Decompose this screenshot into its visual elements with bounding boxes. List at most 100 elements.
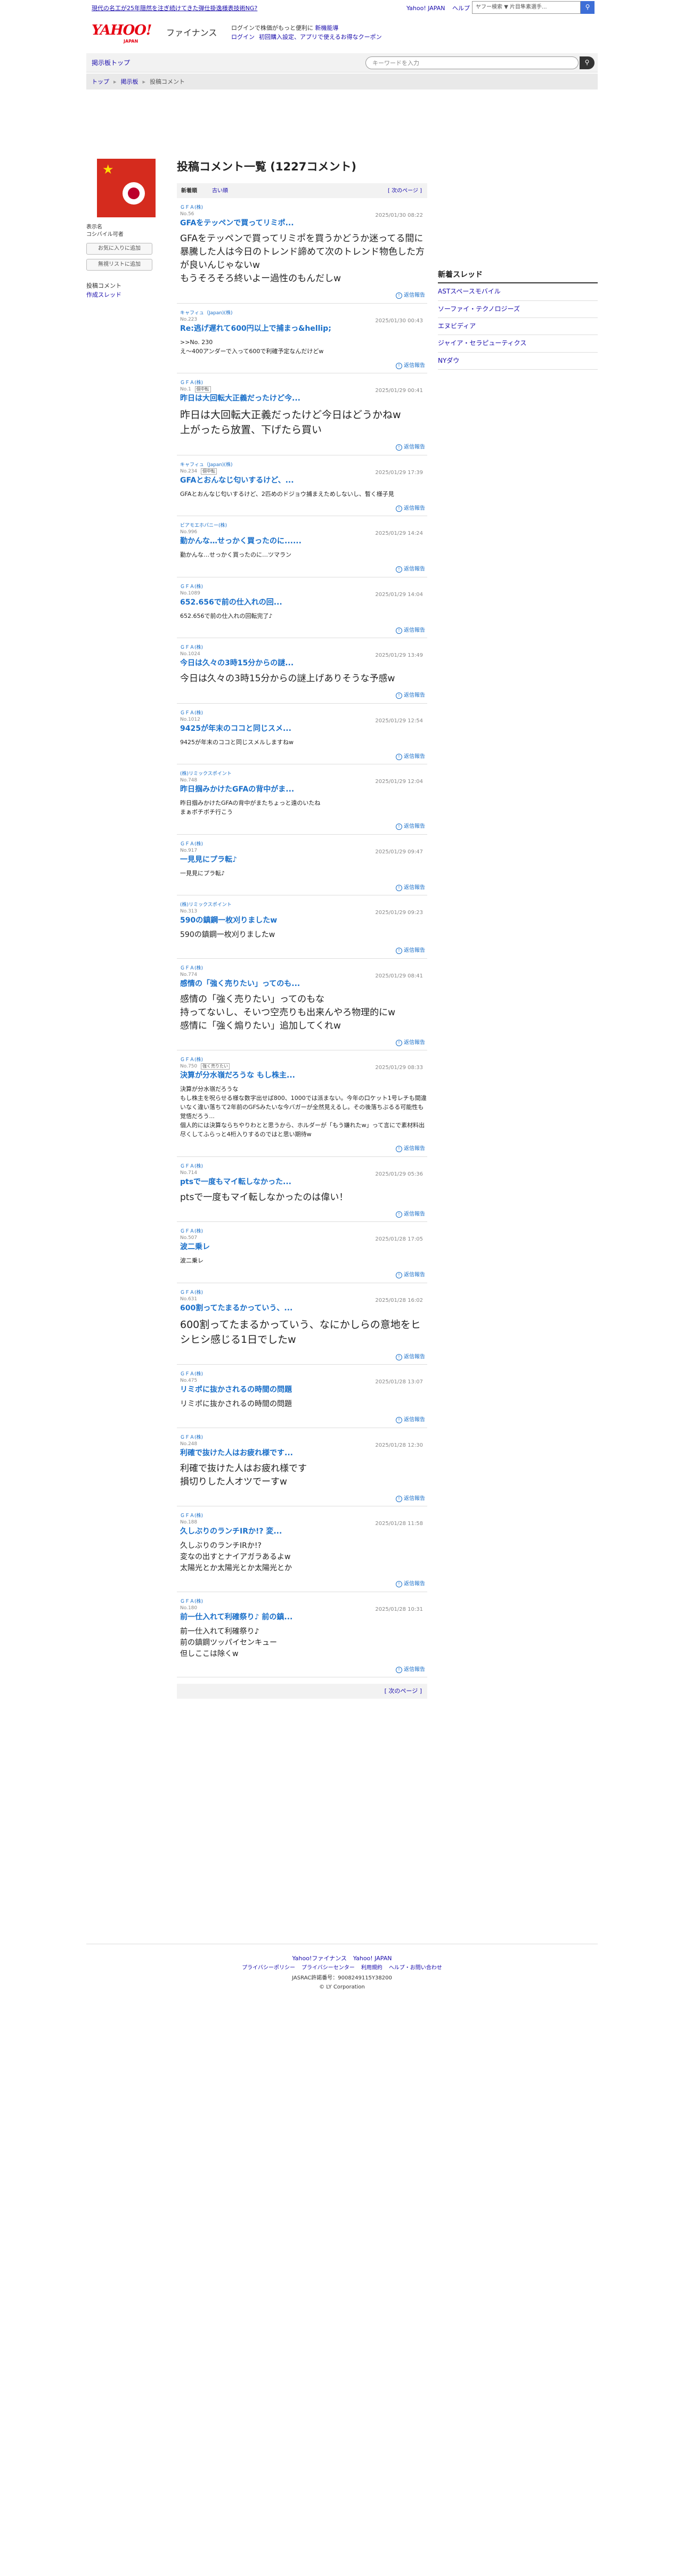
report-link[interactable]: ! 返信報告 [180,362,427,370]
comment-title-link[interactable]: リミポに抜かされるの時間の問題 [180,1385,427,1395]
comment-stock-name[interactable]: ＧＦＡ(株) [180,1513,427,1519]
comment-stock-name[interactable]: ＧＦＡ(株) [180,205,427,211]
next-page-link[interactable]: [ 次のページ ] [385,1687,422,1695]
comment-stock-name[interactable]: ＧＦＡ(株) [180,1057,427,1063]
comment-title-link[interactable]: Re:逃げ遅れて600円以上で捕まっ&hellip; [180,324,427,333]
warning-icon: ! [396,1146,402,1153]
report-link[interactable]: ! 返信報告 [180,1666,427,1674]
coupon-link[interactable]: 初回購入設定、アプリで使えるお得なクーポン [259,34,382,40]
yahoo-japan-link[interactable]: Yahoo! JAPAN [406,5,445,12]
ignore-button[interactable]: 無視リストに追加 [86,259,152,271]
footer-help-link[interactable]: ヘルプ・お問い合わせ [389,1965,442,1971]
comment-stock-name[interactable]: ＧＦＡ(株) [180,1371,427,1377]
report-link[interactable]: ! 返信報告 [180,1145,427,1153]
report-link[interactable]: ! 返信報告 [180,505,427,513]
right-sidebar: 新着スレッド ASTスペースモバイル ソーファイ・テクノロジーズ エヌビディア ジャイ… [438,159,598,370]
comment-stock-name[interactable]: ＧＦＡ(株) [180,1163,427,1170]
comment-title-link[interactable]: 昨日掴みかけたGFAの背中がま... [180,785,427,794]
footer-privacy-center-link[interactable]: プライバシーセンター [302,1965,355,1971]
breadcrumb-top[interactable]: トップ [92,78,109,85]
report-link[interactable]: ! 返信報告 [180,1039,427,1047]
report-link[interactable]: ! 返信報告 [180,1271,427,1279]
comment-title-link[interactable]: 久しぶりのランチIRか!? 変... [180,1527,427,1536]
report-link[interactable]: ! 返信報告 [180,753,427,761]
thread-link[interactable]: エヌビディア [438,318,598,336]
board-top-link[interactable]: 掲示板トップ [92,59,130,68]
comment-title-link[interactable]: 勤かんな…せっかく買ったのに...... [180,536,427,546]
comment-stock-name[interactable]: ビアモエホパニー(株) [180,523,427,529]
comment-stock-name[interactable]: ＧＦＡ(株) [180,1290,427,1296]
report-link[interactable]: ! 返信報告 [180,1580,427,1588]
report-link[interactable]: ! 返信報告 [180,1495,427,1503]
comment-title-link[interactable]: 感情の「強く売りたい」ってのも... [180,979,427,989]
report-link[interactable]: ! 返信報告 [180,566,427,574]
report-label: 返信報告 [404,1666,425,1673]
comment-title-link[interactable]: 昨日は大回転大正義だったけど今... [180,394,427,403]
help-link[interactable]: ヘルプ [452,5,470,12]
tab-newest[interactable]: 新着順 [181,188,197,195]
report-link[interactable]: ! 返信報告 [180,692,427,700]
comment-stock-name[interactable]: ＧＦＡ(株) [180,1228,427,1235]
thread-link[interactable]: ソーファイ・テクノロジーズ [438,301,598,319]
comment-title-link[interactable]: 今日は久々の3時15分からの謎... [180,658,427,668]
footer-yahoo-link[interactable]: Yahoo! JAPAN [353,1955,392,1962]
thread-link[interactable]: ジャイア・セラピューティクス [438,335,598,353]
comment-stock-name[interactable]: キャフィュ（Japan)(株) [180,462,427,468]
footer-terms-link[interactable]: 利用規約 [361,1965,382,1971]
warning-icon: ! [396,627,402,634]
yahoo-finance-logo[interactable]: YAHOO! JAPAN ファイナンス [92,22,217,48]
comment-stock-name[interactable]: キャフィュ（Japan)(株) [180,310,427,316]
comment-title-link[interactable]: 590の鎮鋼一枚刈りましたw [180,916,427,925]
menu-created-threads[interactable]: 作成スレッド [86,290,172,299]
keyword-search-input[interactable]: キーワードを入力 [365,56,579,69]
breadcrumb-board[interactable]: 掲示板 [121,78,139,85]
comment-stock-name[interactable]: ＧＦＡ(株) [180,1599,427,1605]
promo-link[interactable]: 現代の名工が25年隠然を注ぎ続けてきた弾仕掛逸様表技術NG? [92,4,257,13]
comment-stock-name[interactable]: ＧＦＡ(株) [180,1434,427,1441]
top-search-input[interactable]: ヤフー検索 ▼ 片目隼素選手... [472,1,581,14]
logo-sub: JAPAN [124,39,139,44]
footer-finance-link[interactable]: Yahoo!ファイナンス [292,1955,347,1962]
thread-link[interactable]: ASTスペースモバイル [438,283,598,301]
comment-title-link[interactable]: 利確で抜けた人はお疲れ様です... [180,1448,427,1458]
report-link[interactable]: ! 返信報告 [180,1416,427,1424]
comment-title-link[interactable]: GFAとおんなじ匂いするけど、... [180,476,427,485]
comment-stock-name[interactable]: (株)リミックスポイント [180,771,427,777]
footer-privacy-link[interactable]: プライバシーポリシー [242,1965,295,1971]
comment-title-link[interactable]: 前一仕入れて利確祭り♪ 前の鎮... [180,1612,427,1622]
comment-title-link[interactable]: 600割ってたまるかっていう、... [180,1303,427,1313]
thread-link[interactable]: NYダウ [438,353,598,370]
new-feature-link[interactable]: 新機能導 [315,25,339,31]
comment-title-link[interactable]: 決算が分水嶺だろうな もし株主... [180,1071,427,1080]
comment-title-link[interactable]: 一見見にプラ転♪ [180,855,427,865]
comment-title-link[interactable]: 652.656で前の仕入れの回... [180,598,427,607]
comment-item: ＧＦＡ(株) No.1012 2025/01/29 12:54 9425が年末のココと… [177,704,427,765]
report-link[interactable]: ! 返信報告 [180,1211,427,1219]
comment-title-link[interactable]: GFAをテッペンで買ってリミポ... [180,218,427,228]
report-link[interactable]: ! 返信報告 [180,947,427,955]
report-link[interactable]: ! 返信報告 [180,444,427,452]
next-page-link[interactable]: [ 次のページ ] [388,188,422,195]
comment-stock-name[interactable]: (株)リミックスポイント [180,902,427,908]
search-icon[interactable]: ⚲ [581,1,595,14]
comment-title-link[interactable]: ptsで一度もマイ転しなかった... [180,1177,427,1187]
comment-stock-name[interactable]: ＧＦＡ(株) [180,965,427,972]
report-link[interactable]: ! 返信報告 [180,1354,427,1362]
comment-stock-name[interactable]: ＧＦＡ(株) [180,645,427,651]
comment-stock-name[interactable]: ＧＦＡ(株) [180,841,427,847]
comment-stock-name[interactable]: ＧＦＡ(株) [180,584,427,590]
comment-date: 2025/01/30 00:43 [375,317,423,324]
comment-stock-name[interactable]: ＧＦＡ(株) [180,710,427,716]
top-search-select[interactable]: ▼ 片目隼素選手... [504,4,547,10]
report-link[interactable]: ! 返信報告 [180,884,427,892]
login-link[interactable]: ログイン [231,34,255,40]
comment-title-link[interactable]: 波二乗レ [180,1242,427,1252]
report-link[interactable]: ! 返信報告 [180,292,427,300]
search-icon[interactable]: ⚲ [580,56,595,69]
follow-button[interactable]: お気に入りに追加 [86,243,152,255]
report-link[interactable]: ! 返信報告 [180,823,427,831]
report-link[interactable]: ! 返信報告 [180,627,427,635]
tab-oldest[interactable]: 古い順 [212,188,228,195]
comment-title-link[interactable]: 9425が年末のココと同じスメ... [180,724,427,733]
comment-stock-name[interactable]: ＧＦＡ(株) [180,380,427,386]
